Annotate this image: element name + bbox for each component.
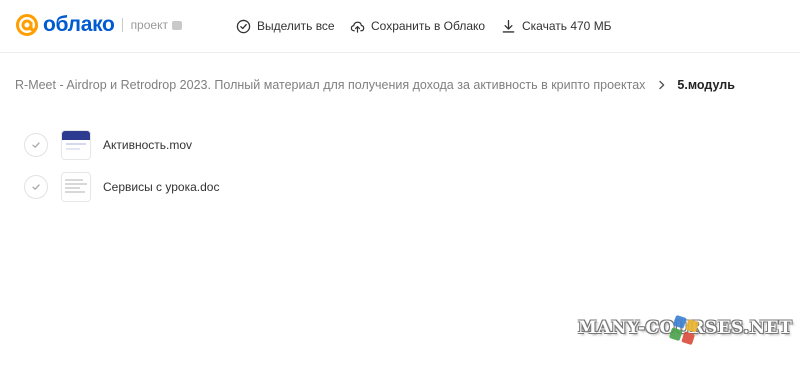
select-checkbox[interactable] (24, 175, 48, 199)
logo-text: облако (43, 13, 115, 36)
checkmark-icon (32, 184, 40, 190)
at-sign-logo-icon (16, 14, 38, 36)
document-thumbnail (61, 172, 91, 202)
cloud-upload-icon (350, 21, 365, 33)
file-row-video[interactable]: Активность.mov (24, 124, 784, 166)
download-button[interactable]: Скачать 470 МБ (501, 18, 612, 34)
logo-subtitle: проект (130, 18, 168, 32)
breadcrumb-current: 5.модуль (677, 78, 735, 92)
check-circle-icon (236, 19, 251, 33)
file-name: Сервисы с урока.doc (103, 180, 220, 194)
select-all-button[interactable]: Выделить все (236, 18, 335, 34)
save-to-cloud-button[interactable]: Сохранить в Облако (350, 18, 485, 34)
chevron-right-icon (659, 80, 665, 90)
logo[interactable]: облако проект (15, 13, 182, 37)
file-row-document[interactable]: Сервисы с урока.doc (24, 166, 784, 208)
logo-divider (121, 18, 123, 32)
breadcrumb: R-Meet - Airdrop и Retrodrop 2023. Полны… (15, 78, 735, 92)
watermark: MANY-COURSES.NET (578, 315, 793, 345)
select-checkbox[interactable] (24, 133, 48, 157)
file-list: Активность.mov Сервисы с урока.doc (24, 124, 784, 208)
video-thumbnail (61, 130, 91, 160)
breadcrumb-parent-link[interactable]: R-Meet - Airdrop и Retrodrop 2023. Полны… (15, 78, 645, 92)
select-all-label: Выделить все (257, 19, 335, 33)
top-bar: облако проект Выделить все Сохранить в О… (0, 0, 800, 52)
watermark-text: MANY-COURSES.NET (578, 318, 793, 338)
file-name: Активность.mov (103, 138, 193, 152)
checkmark-icon (32, 142, 40, 148)
save-to-cloud-label: Сохранить в Облако (371, 19, 486, 33)
download-label: Скачать 470 МБ (522, 19, 612, 33)
vk-icon (171, 20, 182, 30)
download-icon (502, 19, 515, 33)
